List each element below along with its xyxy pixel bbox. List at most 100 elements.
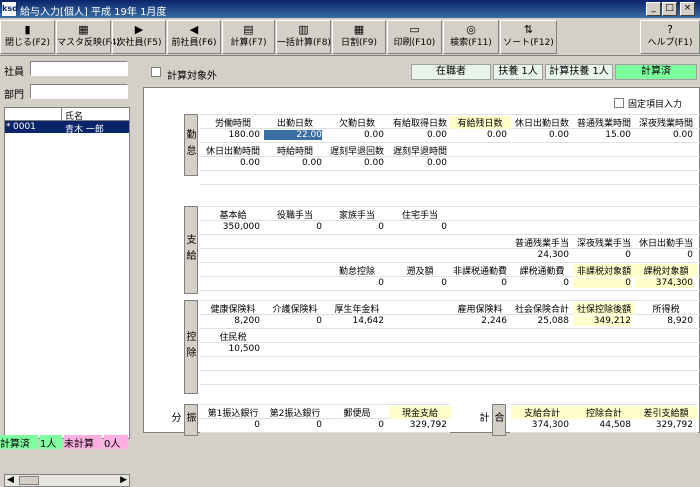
- toolbar-button-6[interactable]: ▦ 日割(F9): [332, 20, 386, 54]
- kojo-value[interactable]: 8,920: [635, 316, 693, 326]
- toolbar-button-label: 次社員(F5): [116, 38, 162, 48]
- kojo-value[interactable]: 25,088: [511, 316, 570, 326]
- search-icon: ◎: [466, 23, 476, 36]
- shikyu-header: 遡及額: [406, 267, 434, 277]
- dependents-count: 扶養 1人: [493, 64, 543, 80]
- kintai-section-label: 勤怠: [184, 114, 198, 176]
- scroll-right-icon[interactable]: ▶: [120, 475, 127, 485]
- toolbar-button-7[interactable]: ▭ 印刷(F10): [387, 20, 442, 54]
- shikyu-value[interactable]: 0: [326, 278, 384, 288]
- horizontal-scrollbar[interactable]: ◀ ▶: [4, 474, 130, 487]
- shikyu-header: 勤怠控除: [338, 267, 375, 277]
- kintai-header: 遅刻早退時間: [392, 147, 447, 157]
- calendar-icon: ▦: [353, 23, 365, 36]
- shikyu-value[interactable]: 0: [264, 222, 322, 232]
- employee-pane: 社員 部門 氏名 * 0001 青木 一郎 ◀ ▶ 計算済 1人 未計算 0人: [0, 57, 136, 487]
- minimize-button[interactable]: _: [646, 2, 661, 16]
- sort-icon: ⇅: [523, 23, 534, 36]
- kojo-value[interactable]: 349,212: [573, 316, 631, 326]
- app-icon: ksd: [2, 2, 18, 16]
- shikyu-value[interactable]: 0: [449, 278, 507, 288]
- fixed-items-checkbox[interactable]: [614, 98, 624, 108]
- kintai-value[interactable]: 0.00: [511, 130, 569, 140]
- shikyu-value[interactable]: 0: [326, 222, 384, 232]
- kojo-header: 厚生年金料: [334, 305, 380, 315]
- main-area: 計算対象外 在職者 扶養 1人 計算扶養 1人 計算済 固定項目入力 勤怠 労働時間…: [137, 57, 700, 449]
- kojo-value[interactable]: 14,642: [326, 316, 385, 326]
- toolbar-button-2[interactable]: ▶ 次社員(F5): [112, 20, 166, 54]
- kintai-value[interactable]: 180.00: [202, 130, 261, 140]
- shikyu-header: 家族手当: [338, 211, 375, 221]
- kojo-value[interactable]: 10,500: [202, 344, 261, 354]
- kintai-value[interactable]: 0.00: [264, 158, 322, 168]
- exclude-checkbox[interactable]: [151, 67, 161, 77]
- shikyu-value[interactable]: 0: [573, 278, 631, 288]
- kojo-value[interactable]: 2,246: [449, 316, 507, 326]
- shikyu-value[interactable]: 0: [635, 250, 693, 260]
- gokei-value[interactable]: 329,792: [635, 420, 693, 430]
- shikyu-value[interactable]: 0: [573, 250, 631, 260]
- toolbar-button-1[interactable]: ▦ マスタ反映(F4): [56, 20, 120, 54]
- furikomi-header: 現金支給: [389, 406, 451, 419]
- toolbar-button-9[interactable]: ⇅ ソート(F12): [500, 20, 557, 54]
- list-item[interactable]: * 0001 青木 一郎: [5, 121, 129, 135]
- door-icon: ▮: [24, 23, 31, 36]
- calc-dependents-count: 計算扶養 1人: [545, 64, 613, 80]
- scroll-left-icon[interactable]: ◀: [7, 475, 14, 485]
- department-input[interactable]: [30, 84, 128, 99]
- shikyu-value[interactable]: 24,300: [511, 250, 570, 260]
- kintai-header: 深夜残業時間: [638, 119, 693, 129]
- shikyu-value[interactable]: 350,000: [202, 222, 260, 232]
- close-window-button[interactable]: ×: [680, 2, 695, 16]
- maximize-button[interactable]: □: [662, 2, 677, 16]
- batch-calc-icon: ▥: [298, 23, 309, 36]
- shikyu-value[interactable]: 0: [389, 278, 447, 288]
- kintai-header: 欠勤日数: [338, 119, 375, 129]
- scroll-thumb[interactable]: [19, 476, 39, 485]
- gokei-value[interactable]: 44,508: [573, 420, 632, 430]
- prev-icon: ◀: [189, 23, 199, 36]
- status-undone-count: 0人: [104, 435, 128, 450]
- toolbar-button-4[interactable]: ▤ 計算(F7): [222, 20, 275, 54]
- gokei-value[interactable]: 374,300: [511, 420, 569, 430]
- toolbar-button-5[interactable]: ▥ 一括計算(F8): [276, 20, 331, 54]
- kintai-value[interactable]: 0.00: [389, 158, 447, 168]
- furikomi-header: 郵便局: [343, 409, 371, 419]
- toolbar-button-label: マスタ反映(F4): [57, 38, 120, 48]
- toolbar-button-3[interactable]: ◀ 前社員(F6): [167, 20, 221, 54]
- kintai-value[interactable]: 15.00: [573, 130, 631, 140]
- furikomi-header: 第1振込銀行: [207, 409, 259, 419]
- kojo-value[interactable]: 0: [264, 316, 322, 326]
- kintai-value[interactable]: 22.00: [264, 130, 322, 140]
- kojo-section-label: 控除: [184, 300, 198, 394]
- employee-name: 青木 一郎: [65, 125, 104, 135]
- toolbar-button-10[interactable]: ? ヘルプ(F1): [640, 20, 700, 54]
- kintai-value[interactable]: 0.00: [326, 158, 384, 168]
- printer-icon: ▭: [409, 23, 420, 36]
- toolbar: ▮ 閉じる(F2) ▦ マスタ反映(F4) ▶ 次社員(F5) ◀ 前社員(F6) ▤ 計算(F7…: [0, 18, 700, 56]
- furikomi-header: 第2振込銀行: [269, 409, 321, 419]
- toolbar-button-8[interactable]: ◎ 検索(F11): [443, 20, 499, 54]
- gokei-header: 差引支給額: [635, 406, 697, 419]
- fixed-items-label: 固定項目入力: [628, 100, 683, 110]
- kintai-value[interactable]: 0.00: [449, 130, 507, 140]
- kojo-header: 社保控除後額: [573, 302, 635, 315]
- furikomi-value[interactable]: 0: [202, 420, 260, 430]
- kintai-header: 普通残業時間: [576, 119, 631, 129]
- employee-input[interactable]: [30, 61, 128, 76]
- kintai-value[interactable]: 0.00: [635, 130, 693, 140]
- furikomi-value[interactable]: 0: [264, 420, 322, 430]
- kintai-value[interactable]: 0.00: [389, 130, 447, 140]
- gokei-header: 控除合計: [573, 406, 635, 419]
- shikyu-value[interactable]: 0: [389, 222, 447, 232]
- toolbar-button-0[interactable]: ▮ 閉じる(F2): [0, 20, 55, 54]
- shikyu-value[interactable]: 374,300: [635, 278, 693, 288]
- list-header: 氏名: [5, 108, 129, 122]
- furikomi-value[interactable]: 329,792: [389, 420, 447, 430]
- kintai-value[interactable]: 0.00: [202, 158, 260, 168]
- kintai-value[interactable]: 0.00: [326, 130, 384, 140]
- kojo-value[interactable]: 8,200: [202, 316, 260, 326]
- furikomi-value[interactable]: 0: [326, 420, 384, 430]
- shikyu-value[interactable]: 0: [511, 278, 569, 288]
- employee-list[interactable]: 氏名 * 0001 青木 一郎: [4, 107, 130, 439]
